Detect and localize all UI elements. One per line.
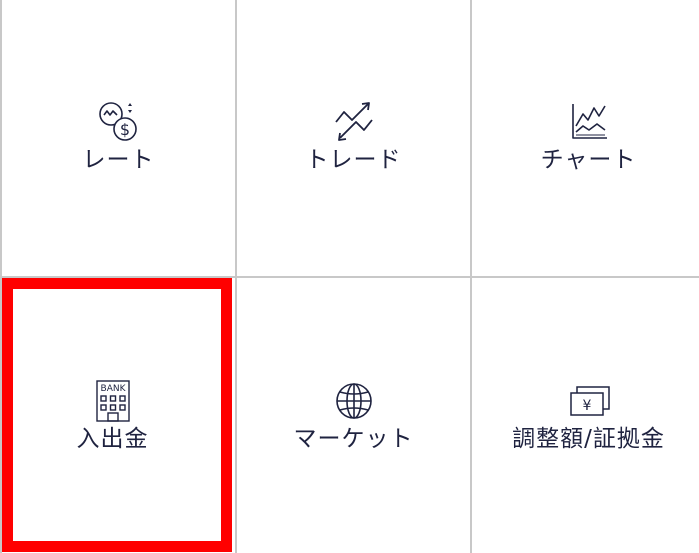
menu-label-market: マーケット [293, 425, 414, 452]
menu-tile-chart[interactable]: チャート [472, 0, 699, 276]
svg-text:$: $ [119, 120, 129, 139]
menu-tile-trade[interactable]: トレード [237, 0, 470, 276]
menu-grid: $ レート トレード チャート BANK 入出金 マーケット ¥ 調整額/証拠金 [0, 0, 699, 553]
menu-label-rate: レート [82, 147, 155, 173]
menu-tile-market[interactable]: マーケット [237, 278, 470, 553]
menu-tile-deposit-withdrawal[interactable]: BANK 入出金 [2, 278, 235, 553]
menu-label-chart: チャート [540, 147, 637, 173]
menu-tile-adjustment-margin[interactable]: ¥ 調整額/証拠金 [472, 278, 699, 553]
line-chart-icon [565, 102, 613, 142]
bank-icon: BANK [89, 379, 137, 422]
rate-exchange-icon: $ [95, 102, 143, 142]
menu-label-adjustment-margin: 調整額/証拠金 [512, 425, 665, 452]
menu-tile-rate[interactable]: $ レート [2, 0, 235, 276]
menu-label-trade: トレード [305, 147, 402, 173]
yen-symbol: ¥ [582, 398, 591, 414]
globe-icon [330, 381, 378, 421]
menu-label-deposit-withdrawal: 入出金 [76, 425, 149, 452]
trade-arrows-icon [330, 102, 378, 142]
bank-icon-text: BANK [100, 384, 126, 394]
yen-bills-icon: ¥ [565, 381, 613, 421]
